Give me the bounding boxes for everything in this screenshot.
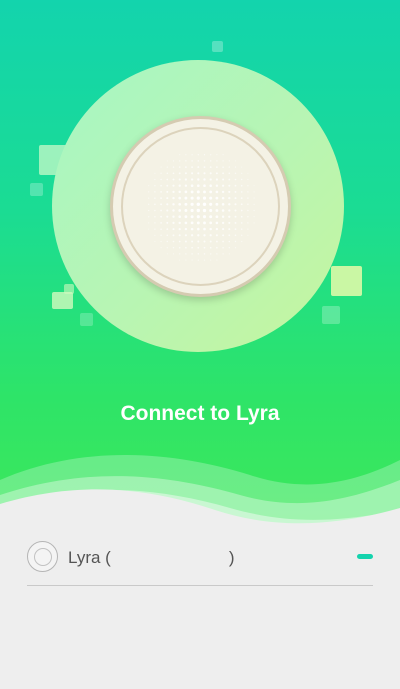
decor-square — [212, 41, 223, 52]
page-title: Connect to Lyra — [120, 402, 280, 425]
wave-decoration — [0, 455, 400, 550]
connect-screen: Connect to Lyra Lyra ( ) — [0, 0, 400, 689]
device-avatar-icon — [27, 541, 58, 572]
decor-square — [64, 284, 74, 294]
list-divider — [27, 585, 373, 586]
device-name: Lyra ( ) — [68, 548, 235, 567]
speaker-device-icon — [110, 116, 291, 297]
device-list-item[interactable]: Lyra ( ) — [27, 539, 373, 585]
decor-square — [322, 306, 340, 324]
decor-square — [52, 292, 73, 309]
decor-square — [331, 266, 362, 296]
connection-status-indicator — [357, 554, 373, 559]
decor-square — [80, 313, 93, 326]
speaker-grille — [121, 127, 280, 286]
decor-square — [30, 183, 43, 196]
